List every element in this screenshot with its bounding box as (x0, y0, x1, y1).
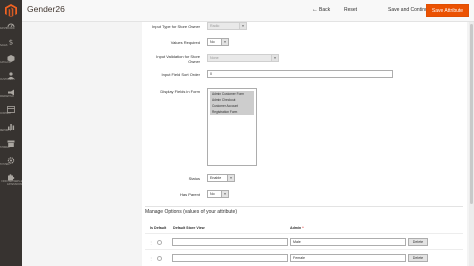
delete-option-button[interactable]: Delete (408, 238, 428, 246)
sidebar-item-label: DASHBOARD (0, 28, 15, 30)
chevron-down-icon: ▾ (271, 55, 278, 61)
sort-order-input[interactable]: 0 (207, 70, 393, 78)
values-required-value: No (210, 40, 215, 44)
manage-options-title: Manage Options (values of your attribute… (145, 209, 237, 215)
sidebar-item-label: CUSTOMERS (0, 79, 15, 81)
col-admin-label: Admin (290, 226, 302, 230)
store-icon (7, 140, 15, 147)
section-divider (145, 206, 463, 207)
magento-logo-icon[interactable] (5, 4, 17, 17)
admin-sidebar: DASHBOARD $ SALES CATALOG CUSTOMERS MARK… (0, 0, 22, 266)
values-required-select[interactable]: No ▾ (207, 38, 229, 46)
display-fields-label: Display Fields in Form (160, 89, 200, 94)
puzzle-icon (8, 174, 15, 181)
has-parent-select[interactable]: No ▾ (207, 190, 229, 198)
sidebar-item-catalog[interactable]: CATALOG (0, 55, 22, 72)
col-is-default: Is Default (150, 226, 167, 230)
sidebar-item-label: SYSTEM (0, 164, 10, 166)
drag-handle-icon[interactable]: ⋮ (149, 256, 153, 261)
input-type-label: Input Type for Store Owner (152, 24, 200, 29)
person-icon (8, 72, 14, 79)
sidebar-item-marketing[interactable]: MARKETING (0, 89, 22, 106)
sidebar-item-system[interactable]: SYSTEM (0, 157, 22, 174)
megaphone-icon (8, 89, 14, 96)
admin-value-input[interactable]: Female (290, 254, 406, 262)
scrollbar-thumb[interactable] (470, 24, 473, 204)
is-default-radio[interactable] (157, 240, 162, 245)
dollar-icon: $ (9, 39, 13, 46)
sidebar-item-customers[interactable]: CUSTOMERS (0, 72, 22, 89)
input-type-select[interactable]: Radio ▾ (207, 22, 247, 30)
sidebar-item-label: SALES (0, 45, 8, 47)
display-fields-multiselect[interactable]: Admin Customer Form Admin Checkout Custo… (207, 88, 257, 166)
values-required-label: Values Required (170, 40, 200, 45)
input-validation-select[interactable]: None ▾ (207, 54, 279, 62)
back-button[interactable]: ←Back (312, 5, 330, 16)
drag-handle-icon[interactable]: ⋮ (149, 240, 153, 245)
admin-value-input[interactable]: Male (290, 238, 406, 246)
delete-option-button[interactable]: Delete (408, 254, 428, 262)
sidebar-item-content[interactable]: CONTENT (0, 106, 22, 123)
header-divider (145, 233, 463, 234)
sidebar-item-sales[interactable]: $ SALES (0, 38, 22, 55)
sidebar-item-reports[interactable]: REPORTS (0, 123, 22, 140)
reset-button[interactable]: Reset (344, 5, 357, 16)
cube-icon (7, 55, 15, 62)
col-default-store-view: Default Store View (173, 226, 205, 230)
default-store-view-input[interactable] (172, 254, 288, 262)
bar-chart-icon (8, 124, 15, 130)
sidebar-item-partners[interactable]: FIND PARTNERS & EXTENSIONS (0, 174, 22, 194)
page-title: Gender26 (27, 4, 65, 14)
sidebar-item-label: STORES (0, 147, 10, 149)
required-asterisk: * (302, 226, 304, 230)
input-validation-label: Input Validation for Store Owner (156, 54, 200, 64)
default-store-view-input[interactable] (172, 238, 288, 246)
is-default-radio[interactable] (157, 256, 162, 261)
sidebar-item-label: FIND PARTNERS & EXTENSIONS (1, 181, 22, 186)
status-label: Status (188, 176, 200, 181)
sort-order-label: Input Field Sort Order (161, 72, 200, 77)
input-validation-value: None (210, 56, 219, 60)
chevron-down-icon: ▾ (221, 191, 228, 197)
back-button-label: Back (319, 7, 331, 13)
input-type-value: Radio (210, 24, 220, 28)
sidebar-item-stores[interactable]: STORES (0, 140, 22, 157)
sidebar-item-label: CATALOG (0, 62, 11, 64)
chevron-down-icon: ▾ (239, 23, 246, 29)
has-parent-value: No (210, 192, 215, 196)
has-parent-label: Has Parent (179, 192, 200, 197)
sidebar-item-label: REPORTS (0, 130, 12, 132)
col-admin: Admin * (290, 226, 304, 230)
svg-text:$: $ (9, 39, 13, 46)
row-divider (145, 249, 463, 250)
layout-icon (7, 106, 15, 113)
chevron-down-icon: ▾ (227, 175, 234, 181)
dashboard-icon (7, 23, 15, 28)
page-header: Gender26 ←Back Reset Save and Continue E… (22, 0, 474, 22)
sidebar-item-label: MARKETING (0, 96, 14, 98)
display-fields-option[interactable]: Registration Form (210, 109, 254, 115)
chevron-down-icon: ▾ (221, 39, 228, 45)
save-attribute-button[interactable]: Save Attribute (426, 4, 469, 17)
sidebar-item-label: CONTENT (0, 113, 12, 115)
gear-icon (7, 157, 15, 164)
status-value: Enable (210, 176, 222, 180)
sidebar-item-dashboard[interactable]: DASHBOARD (0, 21, 22, 38)
status-select[interactable]: Enable ▾ (207, 174, 235, 182)
arrow-left-icon: ← (312, 7, 318, 13)
